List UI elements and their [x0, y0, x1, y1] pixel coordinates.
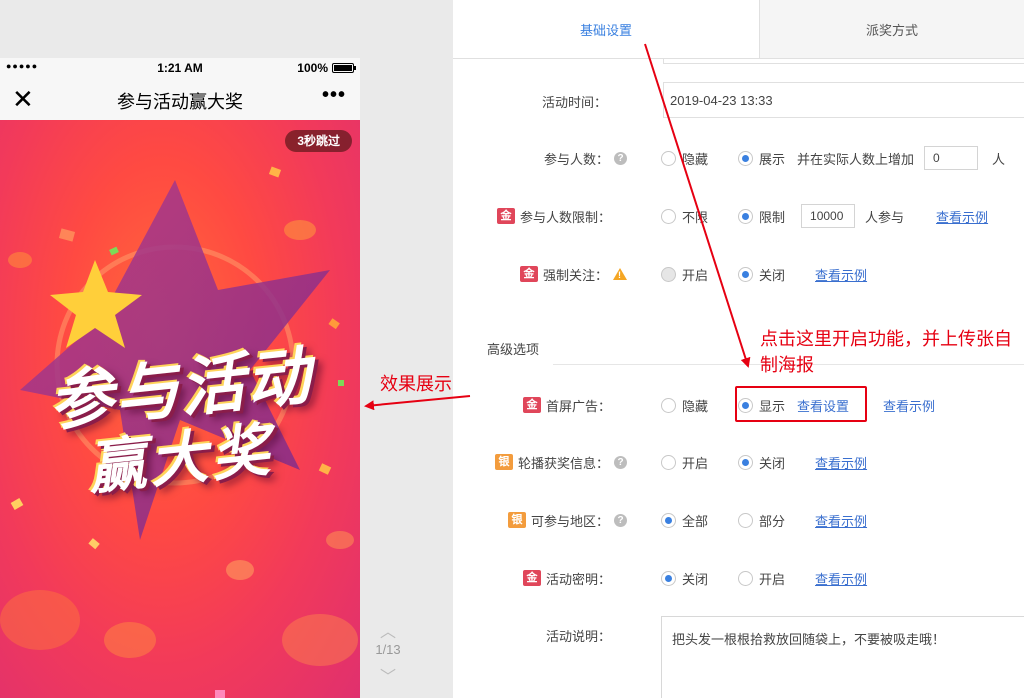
radio-checked-icon [738, 208, 754, 224]
row-participant-limit: 金 参与人数限制： 不限 限制 10000 人参与 查看示例 [453, 201, 1024, 231]
participants-increase-input[interactable]: 0 [924, 146, 979, 170]
force-follow-example-link[interactable]: 查看示例 [815, 265, 867, 284]
limit-limited-radio[interactable]: 限制 [738, 207, 785, 226]
password-label: 活动密明： [545, 571, 611, 587]
limit-value-input[interactable]: 10000 [801, 204, 856, 228]
radio-icon [738, 512, 754, 528]
radio-checked-icon [738, 150, 754, 166]
preview-pager: ︿ 1/13 ﹀ [360, 618, 416, 686]
tab-reward-method[interactable]: 派奖方式 [759, 0, 1024, 58]
splash-ad-hide-radio[interactable]: 隐藏 [661, 396, 708, 415]
gold-badge-icon: 金 [522, 570, 541, 586]
phone-page-title: 参与活动赢大奖 [117, 92, 243, 112]
radio-icon [661, 454, 676, 470]
row-carousel-winners: 银 轮播获奖信息： ? 开启 关闭 查看示例 [453, 447, 1024, 477]
password-off-radio[interactable]: 关闭 [661, 569, 708, 588]
help-icon[interactable]: ? [614, 455, 627, 469]
chevron-down-icon[interactable]: ﹀ [360, 663, 416, 686]
limit-example-link[interactable]: 查看示例 [936, 207, 988, 226]
battery-indicator: 100% [297, 61, 356, 75]
password-on-radio[interactable]: 开启 [738, 569, 785, 588]
gold-badge-icon: 金 [496, 208, 515, 224]
force-follow-on-radio[interactable]: 开启 [661, 265, 708, 284]
gold-badge-icon: 金 [519, 266, 538, 282]
carousel-example-link[interactable]: 查看示例 [815, 453, 867, 472]
row-activity-password: 金 活动密明： 关闭 开启 查看示例 [453, 563, 1024, 593]
radio-icon [661, 150, 676, 166]
chevron-up-icon[interactable]: ︿ [360, 618, 416, 641]
carousel-on-radio[interactable]: 开启 [661, 453, 708, 472]
limit-suffix: 人参与 [865, 209, 905, 225]
carousel-label: 轮播获奖信息： [517, 455, 609, 471]
carousel-off-radio[interactable]: 关闭 [738, 453, 785, 472]
description-textarea[interactable]: 把头发一根根拾救放回随袋上，不要被吸走哦！ [661, 616, 1024, 698]
radio-checked-icon [661, 570, 676, 586]
radio-disabled-icon [661, 266, 676, 282]
status-bar: ●●●●● 1:21 AM 100% [0, 58, 360, 78]
radio-checked-icon [738, 266, 754, 282]
battery-icon [332, 63, 356, 73]
callout-instruction: 点击这里开启功能，并上传张自制海报 [760, 329, 1012, 375]
region-example-link[interactable]: 查看示例 [815, 511, 867, 530]
advanced-section-title: 高级选项 [487, 342, 540, 357]
participant-limit-label: 参与人数限制： [519, 209, 611, 225]
force-follow-off-radio[interactable]: 关闭 [738, 265, 785, 284]
participants-increase-text: 并在实际人数上增加 [797, 151, 915, 167]
radio-checked-icon [738, 454, 754, 470]
splash-poster: 3秒跳过 参与活动 赢大奖 [0, 120, 360, 698]
limit-unlimited-radio[interactable]: 不限 [661, 207, 708, 226]
silver-badge-icon: 银 [507, 512, 526, 528]
region-partial-radio[interactable]: 部分 [738, 511, 785, 530]
gold-badge-icon: 金 [522, 397, 541, 413]
page-indicator: 1/13 [375, 642, 401, 657]
radio-icon [661, 208, 676, 224]
effect-preview-label: 效果展示 [380, 374, 452, 394]
silver-badge-icon: 银 [494, 454, 513, 470]
more-icon[interactable]: ••• [322, 84, 346, 107]
region-label: 可参与地区： [530, 513, 609, 529]
region-all-radio[interactable]: 全部 [661, 511, 708, 530]
splash-ad-label: 首屏广告： [545, 398, 611, 414]
splash-ad-example-link[interactable]: 查看示例 [883, 396, 935, 415]
help-icon[interactable]: ? [614, 151, 627, 165]
radio-icon [738, 570, 754, 586]
activity-time-label: 活动时间： [541, 94, 607, 110]
password-example-link[interactable]: 查看示例 [815, 569, 867, 588]
activity-time-input[interactable]: 2019-04-23 13:33 [663, 82, 1024, 118]
battery-percent: 100% [297, 61, 328, 75]
row-region: 银 可参与地区： ? 全部 部分 查看示例 [453, 505, 1024, 535]
description-label: 活动说明： [545, 628, 611, 644]
radio-icon [661, 397, 676, 413]
radio-checked-icon [661, 512, 676, 528]
help-icon[interactable]: ? [614, 513, 627, 527]
phone-preview: ●●●●● 1:21 AM 100% ✕ 参与活动赢大奖 ••• 3秒跳过 参与… [0, 58, 360, 698]
force-follow-label: 强制关注： [542, 267, 608, 283]
row-force-follow: 金 强制关注： ! 开启 关闭 查看示例 [453, 259, 1024, 289]
tab-basic-settings[interactable]: 基础设置 [453, 0, 759, 58]
settings-tabs: 基础设置 派奖方式 [453, 0, 1024, 59]
top-field-edge [663, 58, 1024, 64]
warning-icon: ! [613, 268, 627, 280]
phone-nav-bar: ✕ 参与活动赢大奖 ••• [0, 78, 360, 121]
callout-highlight-box [735, 386, 867, 422]
participants-show-radio[interactable]: 展示 [738, 149, 785, 168]
participants-unit: 人 [992, 151, 1006, 167]
participants-label: 参与人数： [543, 151, 609, 167]
row-participants: 参与人数： ? 隐藏 展示 并在实际人数上增加 0 人 [453, 143, 1024, 173]
skip-button[interactable]: 3秒跳过 [285, 130, 352, 152]
participants-hide-radio[interactable]: 隐藏 [661, 149, 708, 168]
